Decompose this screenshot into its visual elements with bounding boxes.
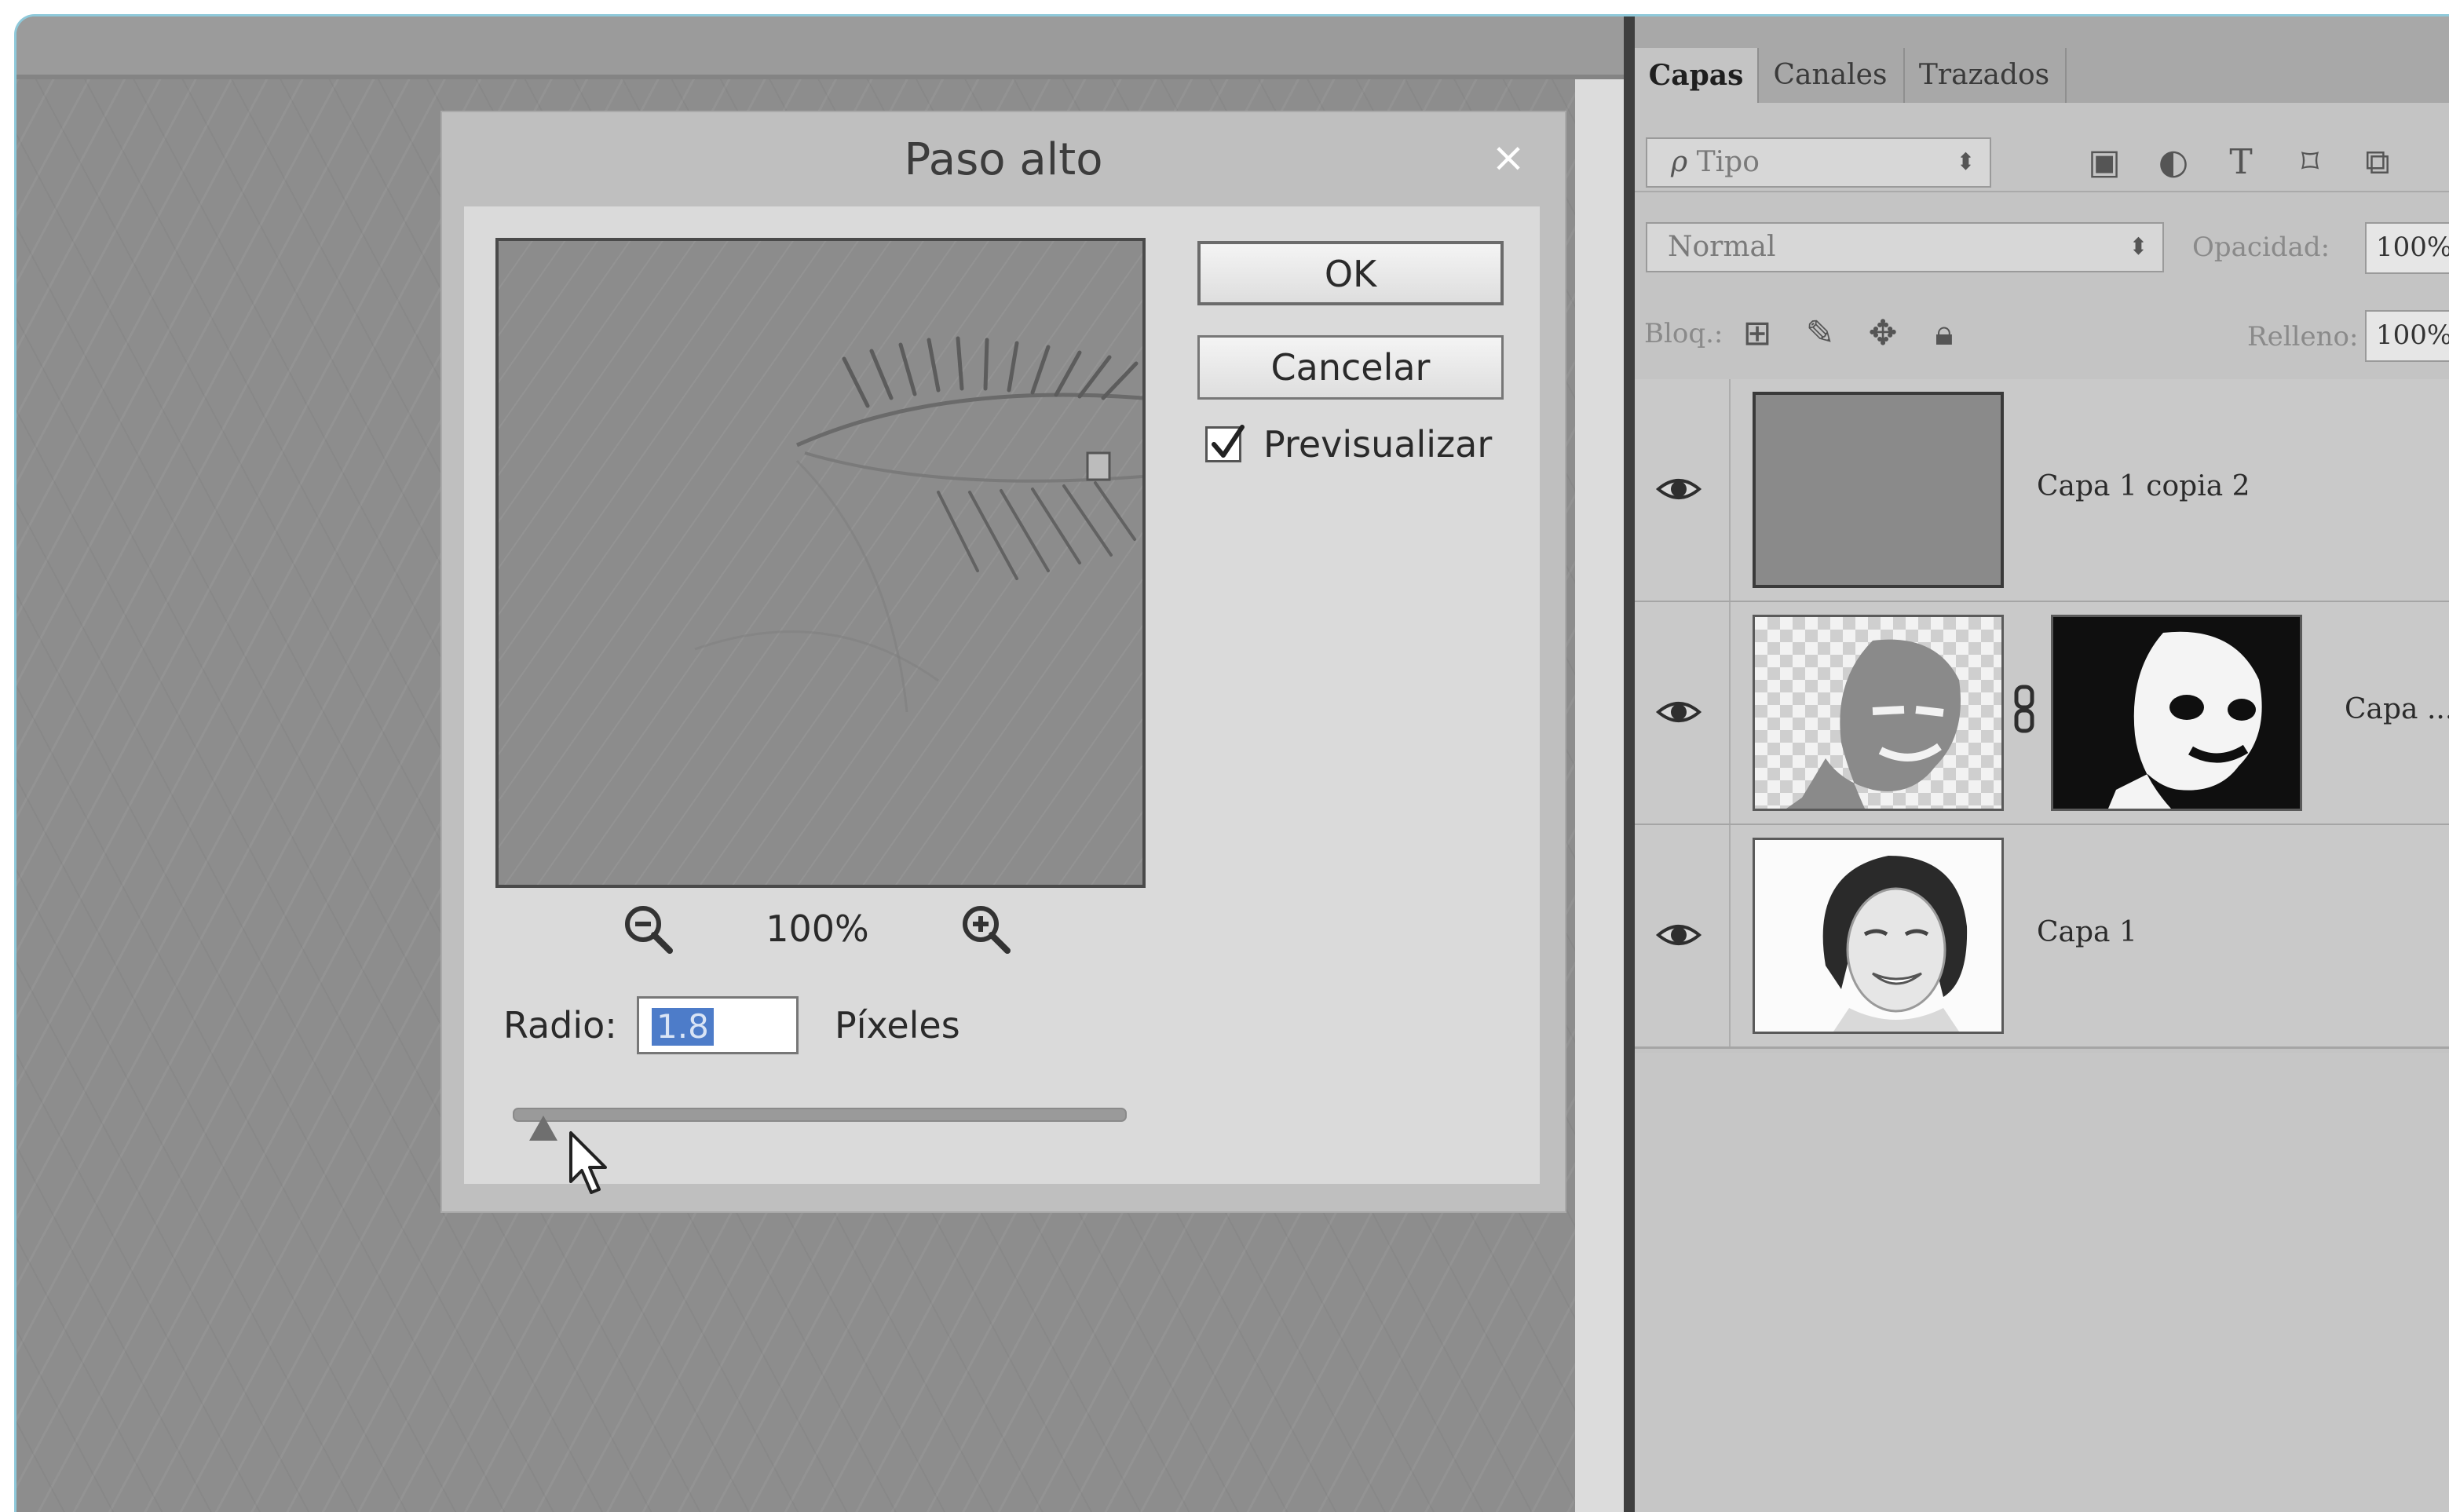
- radius-slider[interactable]: [513, 1108, 1127, 1122]
- blend-mode-select[interactable]: Normal ⬍: [1646, 222, 2164, 272]
- visibility-cell[interactable]: [1635, 602, 1731, 824]
- layer-row[interactable]: Capa 1: [1635, 825, 2449, 1049]
- preview-checkbox-label: Previsualizar: [1263, 423, 1493, 466]
- select-arrows-icon: ⬍: [2128, 233, 2148, 261]
- close-icon[interactable]: ×: [1483, 134, 1533, 181]
- layer-thumbnail[interactable]: [1753, 392, 2004, 588]
- filter-type-select[interactable]: ρ Tipo ⬍: [1646, 137, 1991, 188]
- link-icon[interactable]: [2012, 684, 2037, 734]
- zoom-controls: 100%: [495, 897, 1139, 960]
- blend-row: Normal ⬍ Opacidad: 100%: [1635, 192, 2449, 279]
- options-bar: [16, 16, 1626, 79]
- zoom-level: 100%: [766, 908, 869, 950]
- dialog-title: Paso alto: [904, 134, 1103, 185]
- radius-value[interactable]: 1.8: [652, 1008, 714, 1046]
- eye-icon[interactable]: [1655, 688, 1702, 736]
- layer-name[interactable]: Capa ...: [2345, 690, 2449, 729]
- layer-row[interactable]: Capa ...: [1635, 602, 2449, 826]
- visibility-cell[interactable]: [1635, 379, 1731, 601]
- lock-row: Bloq.: ⊞ ✎ ✥ 🔒︎ Relleno: 100%: [1635, 279, 2449, 382]
- cancel-button[interactable]: Cancelar: [1197, 335, 1504, 400]
- layer-mask-thumbnail[interactable]: [2051, 615, 2302, 811]
- radius-slider-handle[interactable]: [529, 1116, 558, 1141]
- layer-thumbnail[interactable]: [1753, 615, 2004, 811]
- opacity-input[interactable]: 100%: [2365, 222, 2449, 274]
- preview-checkbox[interactable]: [1205, 425, 1245, 462]
- checkmark-icon: [1212, 425, 1245, 458]
- lock-position-icon[interactable]: ✥: [1862, 313, 1903, 354]
- masked-face-graphic: [1786, 639, 1961, 809]
- filter-type-value: Tipo: [1696, 146, 1760, 178]
- mouse-cursor-icon: [569, 1131, 607, 1194]
- visibility-cell[interactable]: [1635, 825, 1731, 1046]
- select-arrows-icon: ⬍: [1955, 148, 1976, 176]
- filter-search-icon: ρ: [1671, 146, 1688, 178]
- layer-thumbnail[interactable]: [1753, 838, 2004, 1034]
- radius-input[interactable]: 1.8: [637, 996, 799, 1054]
- lock-transparency-icon[interactable]: ⊞: [1737, 313, 1778, 354]
- fill-label: Relleno:: [2247, 321, 2359, 352]
- filter-row: ρ Tipo ⬍ ▣ ◐ T ⌑ ⧉: [1635, 103, 2449, 192]
- layer-name[interactable]: Capa 1 copia 2: [2037, 467, 2250, 506]
- high-pass-dialog: Paso alto × 100% Radio: 1.8 Píxeles OK C…: [440, 111, 1566, 1213]
- tab-canales[interactable]: Canales: [1757, 48, 1905, 103]
- image-filter-icon[interactable]: ▣: [2084, 142, 2125, 183]
- zoom-in-icon[interactable]: [959, 902, 1014, 957]
- smart-object-filter-icon[interactable]: ⧉: [2357, 142, 2398, 183]
- adjustment-filter-icon[interactable]: ◐: [2153, 142, 2194, 183]
- dialog-body: 100% Radio: 1.8 Píxeles OK Cancelar Prev…: [464, 206, 1540, 1194]
- radius-label: Radio:: [503, 1004, 617, 1046]
- app-window: Paso alto × 100% Radio: 1.8 Píxeles OK C…: [14, 14, 2449, 1512]
- type-filter-icon[interactable]: T: [2221, 142, 2261, 183]
- shape-filter-icon[interactable]: ⌑: [2290, 142, 2330, 183]
- zoom-out-icon[interactable]: [621, 902, 676, 957]
- layers-empty-area[interactable]: [1635, 1053, 2449, 1512]
- filter-preview[interactable]: [495, 238, 1146, 888]
- lock-label: Bloq.:: [1644, 318, 1723, 349]
- portrait-graphic: [1822, 856, 1968, 1032]
- mask-face-graphic: [2108, 631, 2262, 809]
- layers-panel: Capas Canales Trazados ρ Tipo ⬍ ▣ ◐ T ⌑ …: [1635, 16, 2449, 1512]
- layer-name[interactable]: Capa 1: [2037, 913, 2137, 952]
- lock-brush-icon[interactable]: ✎: [1800, 313, 1840, 354]
- panel-tabs: Capas Canales Trazados: [1635, 16, 2449, 103]
- tab-capas[interactable]: Capas: [1635, 48, 1759, 103]
- fill-input[interactable]: 100%: [2365, 310, 2449, 362]
- lock-all-icon[interactable]: 🔒︎: [1924, 313, 1965, 354]
- layer-row[interactable]: Capa 1 copia 2: [1635, 379, 2449, 603]
- panel-divider[interactable]: [1624, 16, 1635, 1512]
- canvas-scrollbar-area[interactable]: [1575, 79, 1624, 1512]
- blend-mode-value: Normal: [1668, 231, 1776, 263]
- eye-texture-graphic: [694, 336, 1142, 713]
- opacity-label: Opacidad:: [2192, 232, 2330, 263]
- eye-icon[interactable]: [1655, 466, 1702, 513]
- radius-unit-label: Píxeles: [835, 1004, 960, 1046]
- ok-button[interactable]: OK: [1197, 241, 1504, 305]
- eye-icon[interactable]: [1655, 911, 1702, 959]
- tab-trazados[interactable]: Trazados: [1903, 48, 2067, 103]
